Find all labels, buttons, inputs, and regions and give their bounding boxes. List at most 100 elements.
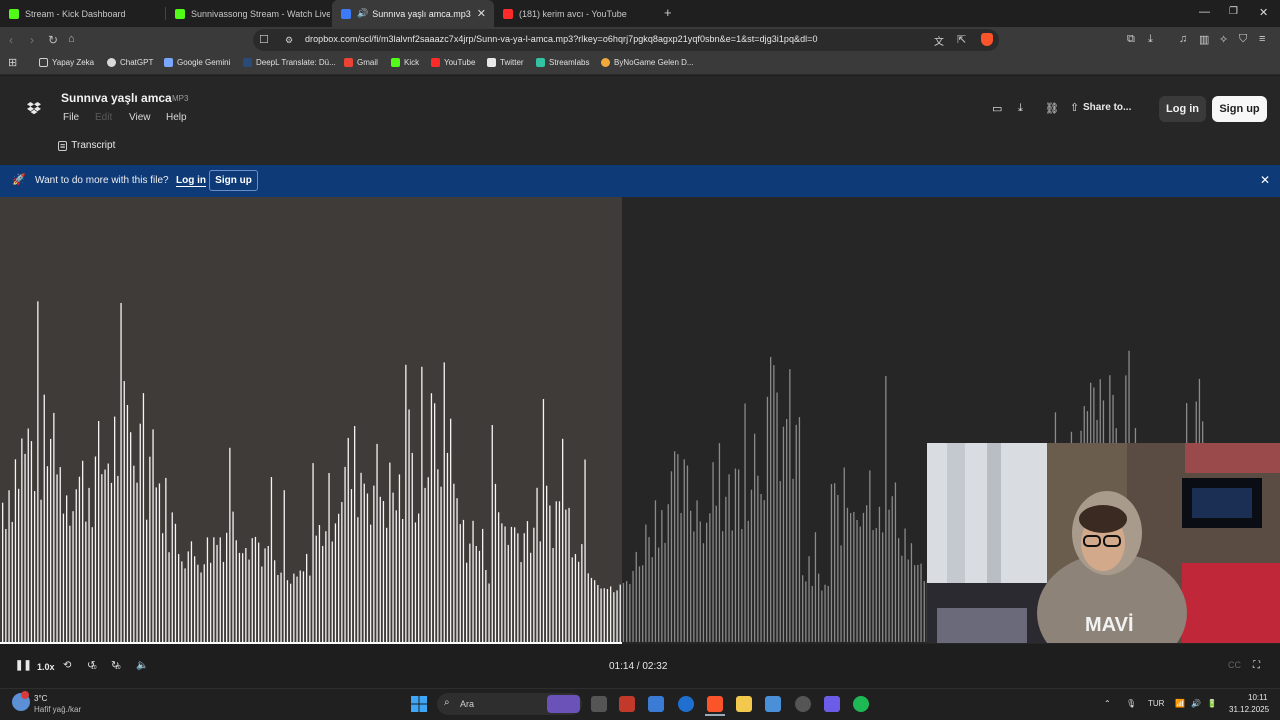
tab-kick-watch[interactable]: Sunnivassong Stream - Watch Live o	[166, 0, 330, 27]
menu-edit[interactable]: Edit	[95, 112, 112, 123]
app-icon[interactable]	[824, 696, 840, 712]
close-window-icon[interactable]: ✕	[1259, 6, 1268, 19]
waveform-bar	[472, 520, 474, 642]
bookmark-chatgpt[interactable]: ChatGPT	[107, 58, 153, 67]
bookmark-streamlabs[interactable]: Streamlabs	[536, 58, 589, 67]
forward-icon[interactable]: ›	[30, 33, 34, 47]
leo-ai-icon[interactable]: ✧	[1219, 33, 1228, 46]
waveform-bar	[773, 365, 775, 642]
fullscreen-icon[interactable]: ⛶	[1253, 660, 1260, 671]
banner-sign-up-button[interactable]: Sign up	[209, 170, 258, 191]
bookmark-deepl[interactable]: DeepL Translate: Dü...	[243, 58, 336, 67]
url-text[interactable]: dropbox.com/scl/fi/m3lalvnf2saaazc7x4jrp…	[305, 34, 818, 44]
dropbox-logo-icon[interactable]	[27, 102, 41, 115]
share-page-icon[interactable]: ⇱	[957, 33, 966, 46]
spotify-icon[interactable]	[853, 696, 869, 712]
kick-icon	[175, 8, 185, 19]
tab-youtube[interactable]: (181) kerim avcı - YouTube	[494, 0, 658, 27]
restore-icon[interactable]: ❐	[1229, 6, 1238, 17]
clock-date[interactable]: 31.12.2025	[1229, 705, 1269, 714]
file-explorer-icon[interactable]	[736, 696, 752, 712]
playback-speed-button[interactable]: 1.0x	[37, 662, 55, 672]
edge-icon[interactable]	[678, 696, 694, 712]
dropbox-header	[0, 76, 1280, 165]
microsoft-store-icon[interactable]	[765, 696, 781, 712]
waveform-bar	[53, 412, 55, 642]
translate-icon[interactable]: 文	[934, 33, 944, 48]
minimize-icon[interactable]: —	[1199, 6, 1210, 18]
battery-icon[interactable]: 🔋	[1207, 699, 1217, 708]
tab-kick-dashboard[interactable]: Stream - Kick Dashboard	[0, 0, 166, 27]
close-tab-icon[interactable]: ✕	[477, 7, 486, 20]
share-to-button[interactable]: Share to...	[1083, 102, 1131, 113]
new-tab-icon[interactable]: +	[664, 5, 672, 20]
banner-log-in-link[interactable]: Log in	[176, 175, 206, 187]
volume-tray-icon[interactable]: 🔊	[1191, 699, 1201, 708]
tab-label: (181) kerim avcı - YouTube	[519, 8, 627, 19]
weather-desc[interactable]: Hafif yağ./kar	[34, 705, 81, 714]
language-indicator[interactable]: TUR	[1148, 699, 1164, 708]
log-in-button[interactable]: Log in	[1159, 96, 1206, 122]
weather-temp[interactable]: 3°C	[34, 694, 47, 703]
download-icon[interactable]: ⤓	[1018, 102, 1023, 115]
waveform-bar	[878, 506, 881, 642]
microphone-icon[interactable]: 🎙	[1126, 699, 1136, 708]
reload-icon[interactable]: ↻	[48, 33, 58, 47]
waveform-bar	[286, 580, 289, 642]
link-icon[interactable]: ⛓	[1045, 102, 1059, 115]
brave-shield-icon[interactable]	[981, 33, 993, 46]
waveform-bar	[328, 473, 330, 642]
bookmark-twitter[interactable]: Twitter	[487, 58, 524, 67]
extensions-icon[interactable]: ⧉	[1127, 33, 1135, 46]
volume-icon[interactable]: 🔈	[136, 660, 148, 671]
clock-time[interactable]: 10:11	[1248, 693, 1267, 702]
waveform-bar	[491, 425, 493, 642]
vpn-icon[interactable]: ⛉	[1239, 33, 1247, 46]
obs-icon[interactable]	[795, 696, 811, 712]
windows-start-icon[interactable]	[411, 696, 427, 712]
home-icon[interactable]: ⌂	[68, 33, 75, 45]
media-icon[interactable]: ♫	[1179, 33, 1187, 45]
x-icon	[487, 58, 496, 67]
waveform-bar	[875, 528, 877, 642]
menu-view[interactable]: View	[129, 112, 151, 123]
tab-dropbox-mp3[interactable]: 🔊 Sunnıva yaşlı amca.mp3 ✕	[332, 0, 494, 27]
bookmark-youtube[interactable]: YouTube	[431, 58, 475, 67]
sign-up-button[interactable]: Sign up	[1212, 96, 1267, 122]
bookmark-gemini[interactable]: Google Gemini	[164, 58, 230, 67]
calculator-icon[interactable]	[648, 696, 664, 712]
bookmark-kick[interactable]: Kick	[391, 58, 419, 67]
menu-help[interactable]: Help	[166, 112, 187, 123]
waveform-bar	[632, 570, 634, 642]
menu-file[interactable]: File	[63, 112, 79, 123]
waveform-bar	[2, 502, 4, 642]
downloads-icon[interactable]: ⤓	[1148, 33, 1153, 46]
bookmark-yapay-zeka[interactable]: Yapay Zeka	[39, 58, 94, 67]
close-banner-icon[interactable]: ✕	[1260, 173, 1270, 187]
pause-icon[interactable]: ❚❚	[15, 660, 32, 671]
site-info-icon[interactable]: ⚙	[285, 35, 293, 46]
bookmark-gmail[interactable]: Gmail	[344, 58, 378, 67]
bookmark-icon[interactable]: ☐	[259, 33, 269, 46]
tray-overflow-icon[interactable]: ⌃	[1104, 699, 1111, 708]
wifi-icon[interactable]: 📶	[1175, 699, 1185, 708]
task-view-icon[interactable]	[591, 696, 607, 712]
transcript-button[interactable]: ≡ Transcript	[58, 140, 115, 151]
waveform-bar	[5, 529, 7, 642]
captions-icon[interactable]: CC	[1228, 660, 1241, 670]
waveform-bar	[853, 512, 855, 642]
waveform-bar	[616, 590, 618, 642]
back-icon[interactable]: ‹	[9, 33, 13, 47]
menu-icon[interactable]: ≡	[1259, 33, 1265, 45]
bookmark-bynogame[interactable]: ByNoGame Gelen D...	[601, 58, 694, 67]
loop-icon[interactable]: ⟲	[63, 660, 71, 671]
waveform-bar	[555, 501, 557, 642]
waveform-bar	[869, 470, 871, 642]
waveform-bar	[424, 487, 426, 642]
comment-icon[interactable]: ▭	[992, 102, 1002, 115]
snipping-tool-icon[interactable]	[619, 696, 635, 712]
sidebar-icon[interactable]: ▥	[1199, 33, 1209, 46]
brave-icon[interactable]	[707, 696, 723, 712]
apps-grid-icon[interactable]: ⊞	[8, 56, 17, 69]
waveform-bar	[430, 393, 433, 642]
